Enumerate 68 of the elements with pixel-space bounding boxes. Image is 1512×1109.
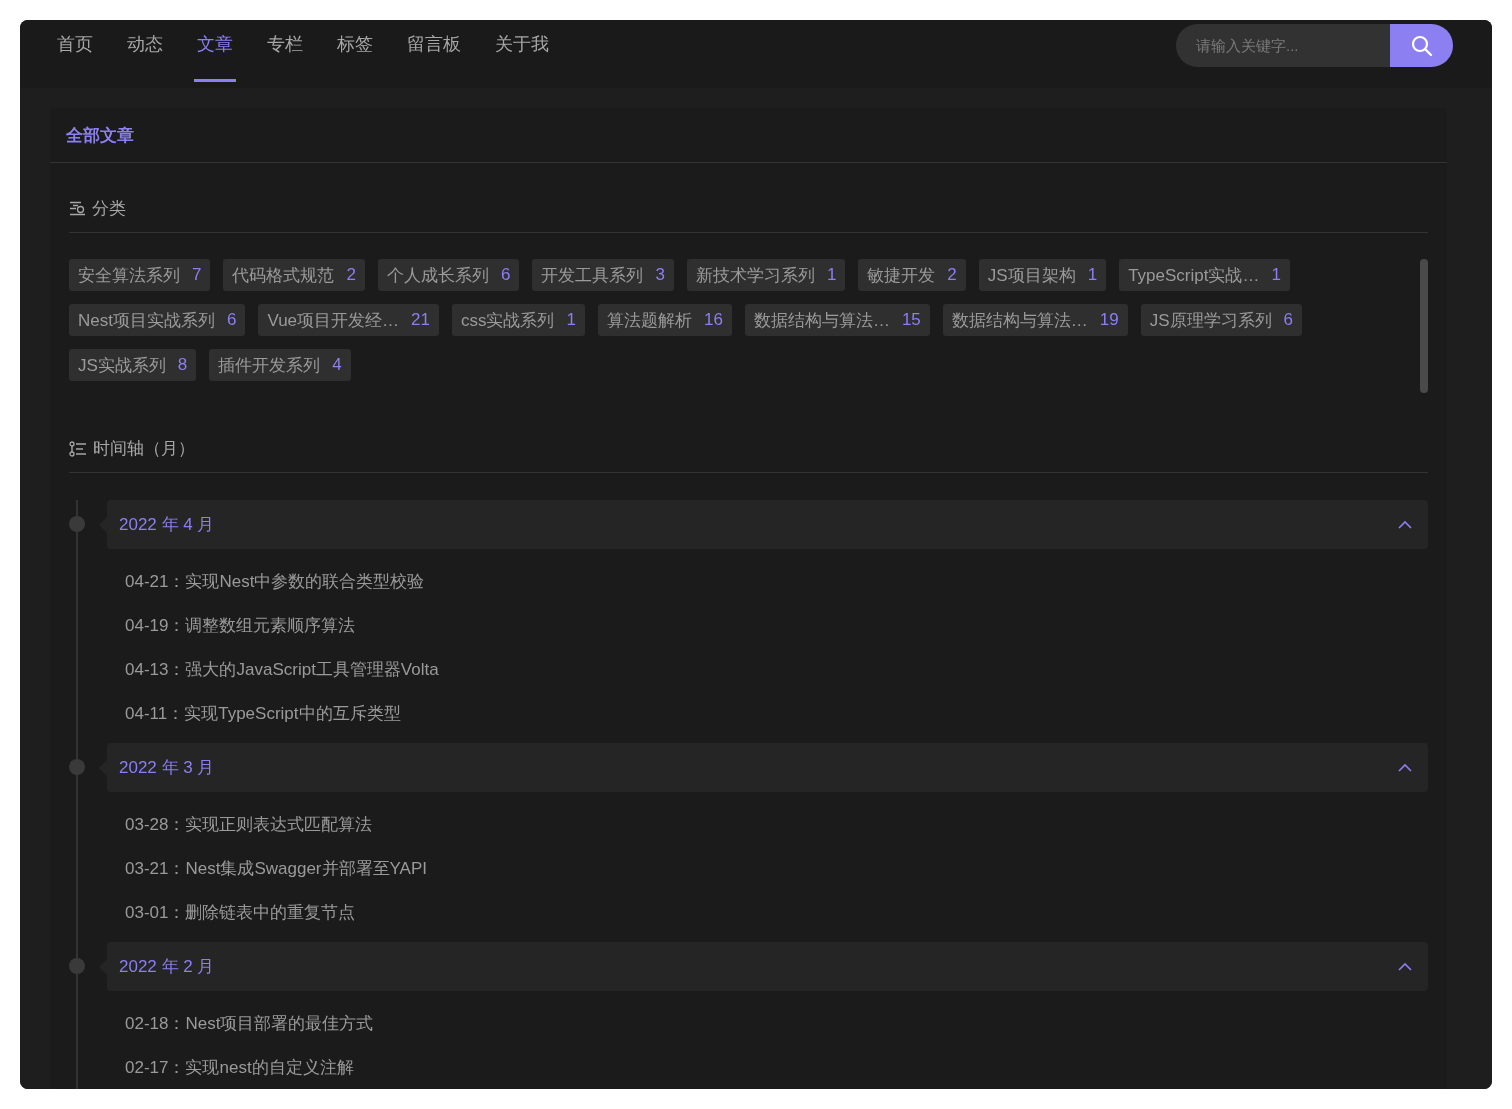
category-tag[interactable]: 数据结构与算法… 19 <box>942 304 1128 336</box>
category-tag[interactable]: 开发工具系列 3 <box>532 259 674 291</box>
tag-count: 4 <box>331 355 342 375</box>
post-link[interactable]: 04-11：实现TypeScript中的互斥类型 <box>125 691 1428 735</box>
chevron-up-icon[interactable] <box>1398 763 1412 772</box>
category-tag[interactable]: 数据结构与算法… 15 <box>744 304 930 336</box>
post-link[interactable]: 04-19：调整数组元素顺序算法 <box>125 603 1428 647</box>
post-link[interactable]: 03-21：Nest集成Swagger并部署至YAPI <box>125 846 1428 890</box>
category-tag[interactable]: 新技术学习系列 1 <box>686 259 846 291</box>
tag-count: 2 <box>345 265 356 285</box>
category-tag[interactable]: JS原理学习系列 6 <box>1140 304 1303 336</box>
timeline-dot <box>69 759 85 775</box>
tag-count: 8 <box>176 355 188 375</box>
category-tag[interactable]: css实战系列 1 <box>452 304 585 336</box>
timeline-icon <box>69 440 87 457</box>
tag-count: 1 <box>1086 265 1098 285</box>
tag-count: 6 <box>1282 310 1294 330</box>
timeline-dot <box>69 958 85 974</box>
nav-tab[interactable]: 动态 <box>124 20 166 82</box>
section-heading: 分类 <box>92 198 126 220</box>
tag-count: 1 <box>565 310 576 330</box>
timeline-dot <box>69 516 85 532</box>
month-label: 2022 年 4 月 <box>119 514 215 536</box>
search-icon <box>1410 34 1433 57</box>
chevron-up-icon[interactable] <box>1398 962 1412 971</box>
category-tag[interactable]: Vue项目开发经… 21 <box>258 304 439 336</box>
nav-tab[interactable]: 关于我 <box>492 20 552 82</box>
tag-count: 7 <box>191 265 202 285</box>
post-link[interactable]: 04-13：强大的JavaScript工具管理器Volta <box>125 647 1428 691</box>
nav-tab[interactable]: 文章 <box>194 20 236 82</box>
month-label: 2022 年 2 月 <box>119 956 215 978</box>
category-tag[interactable]: 安全算法系列 7 <box>69 259 211 291</box>
nav-tab[interactable]: 专栏 <box>264 20 306 82</box>
tag-count: 15 <box>900 310 921 330</box>
post-link[interactable]: 03-01：删除链表中的重复节点 <box>125 890 1428 934</box>
tag-count: 6 <box>225 310 237 330</box>
tag-count: 3 <box>654 265 665 285</box>
category-tag[interactable]: JS项目架构 1 <box>978 259 1107 291</box>
post-link[interactable]: 04-21：实现Nest中参数的联合类型校验 <box>125 559 1428 603</box>
tag-count: 2 <box>946 265 957 285</box>
category-tag[interactable]: JS实战系列 8 <box>69 349 197 381</box>
nav-tab[interactable]: 留言板 <box>404 20 464 82</box>
tag-count: 19 <box>1098 310 1119 330</box>
category-tag[interactable]: 插件开发系列 4 <box>209 349 351 381</box>
month-label: 2022 年 3 月 <box>119 757 215 779</box>
tag-count: 6 <box>499 265 511 285</box>
section-heading: 时间轴（月） <box>93 438 195 460</box>
list-icon <box>69 201 86 216</box>
chevron-up-icon[interactable] <box>1398 520 1412 529</box>
tag-count: 21 <box>410 310 430 330</box>
tag-count: 1 <box>825 265 837 285</box>
tag-count: 16 <box>702 310 723 330</box>
post-link[interactable]: 02-18：Nest项目部署的最佳方式 <box>125 1001 1428 1045</box>
category-tag[interactable]: 个人成长系列 6 <box>377 259 520 291</box>
category-tag[interactable]: 算法题解析 16 <box>597 304 732 336</box>
tag-count: 1 <box>1270 265 1281 285</box>
search-button[interactable] <box>1390 24 1453 67</box>
card-title: 全部文章 <box>50 108 1447 163</box>
nav-tab[interactable]: 标签 <box>334 20 376 82</box>
scrollbar[interactable] <box>1420 259 1428 393</box>
post-link[interactable]: 02-17：实现nest的自定义注解 <box>125 1045 1428 1089</box>
category-tag[interactable]: Nest项目实战系列 6 <box>69 304 246 336</box>
search-field[interactable]: 请输入关键字... <box>1176 24 1390 67</box>
category-tag[interactable]: 敏捷开发 2 <box>858 259 966 291</box>
nav-tab[interactable]: 首页 <box>54 20 96 82</box>
category-tag[interactable]: TypeScript实战… 1 <box>1119 259 1290 291</box>
post-link[interactable]: 03-28：实现正则表达式匹配算法 <box>125 802 1428 846</box>
category-tag[interactable]: 代码格式规范 2 <box>223 259 365 291</box>
